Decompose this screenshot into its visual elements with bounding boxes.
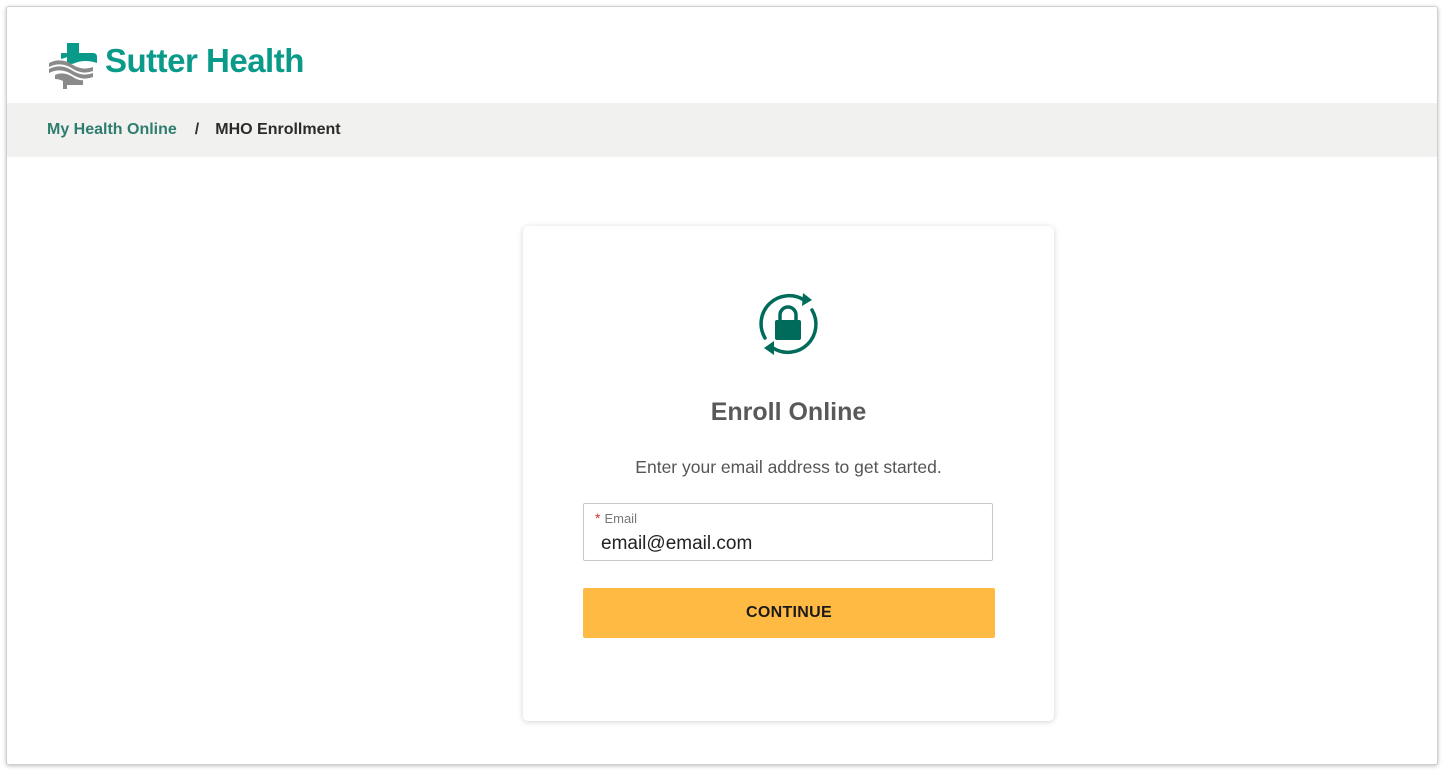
breadcrumb-bar: My Health Online / MHO Enrollment bbox=[7, 103, 1437, 157]
instructions-text: Enter your email address to get started. bbox=[635, 457, 942, 477]
header: Sutter Health bbox=[7, 7, 1437, 103]
required-marker: * bbox=[595, 510, 601, 526]
page-title: Enroll Online bbox=[710, 398, 867, 426]
breadcrumb-current-page: MHO Enrollment bbox=[215, 121, 341, 138]
brand-name: Sutter Health bbox=[105, 42, 304, 79]
breadcrumb-link-my-health-online[interactable]: My Health Online bbox=[47, 121, 177, 139]
sutter-health-logo-icon bbox=[49, 43, 97, 89]
email-label: * Email bbox=[595, 510, 637, 526]
sutter-health-logo[interactable]: Sutter Health bbox=[47, 39, 304, 91]
breadcrumb-separator: / bbox=[194, 121, 200, 138]
enroll-card: Enroll Online Enter your email address t… bbox=[523, 226, 1054, 721]
email-field[interactable]: * Email bbox=[583, 503, 993, 561]
lock-refresh-icon bbox=[759, 293, 818, 355]
email-label-text: Email bbox=[604, 511, 637, 526]
browser-frame: Sutter Health My Health Online / MHO Enr… bbox=[6, 6, 1438, 765]
email-input[interactable] bbox=[601, 533, 981, 555]
continue-button[interactable]: CONTINUE bbox=[583, 588, 995, 638]
breadcrumb: My Health Online / MHO Enrollment bbox=[47, 103, 341, 157]
